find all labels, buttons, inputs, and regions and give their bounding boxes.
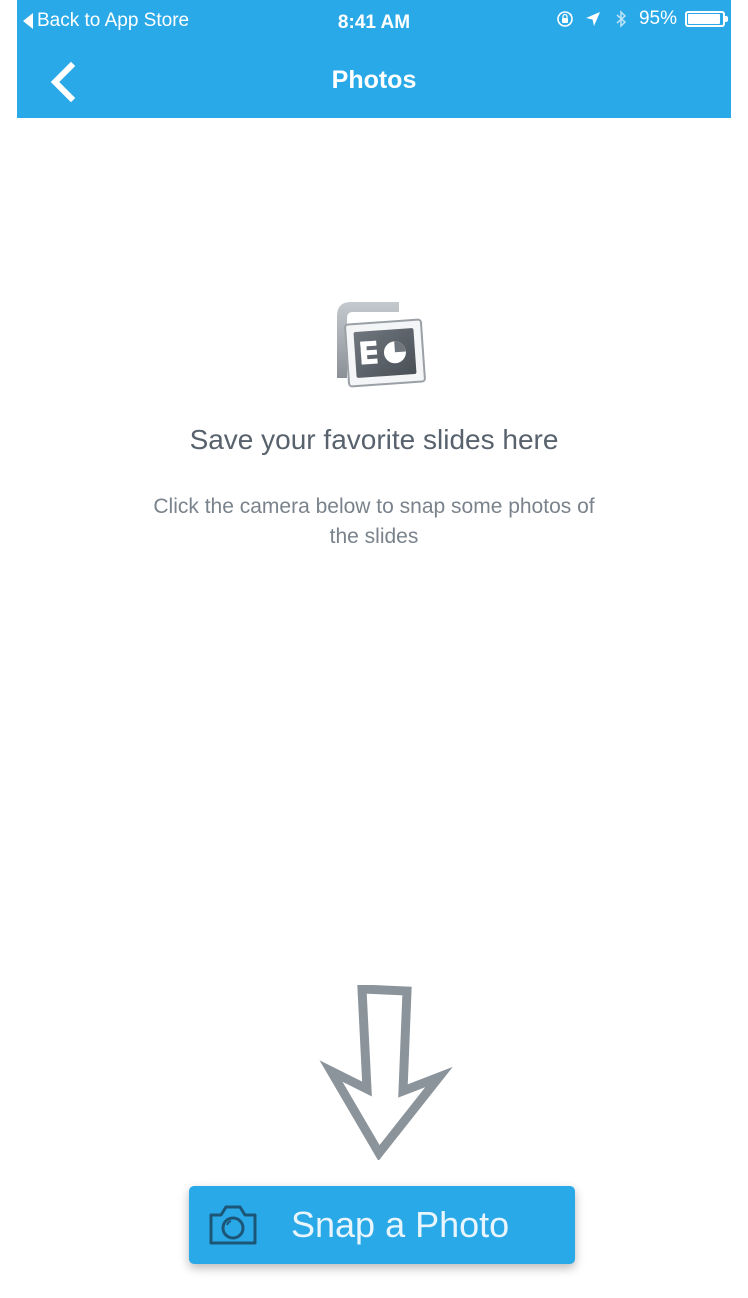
- snap-photo-label: Snap a Photo: [291, 1204, 510, 1245]
- status-indicators: 95%: [555, 8, 728, 30]
- presentation-slides-icon: [337, 302, 426, 388]
- battery-icon: [685, 11, 728, 27]
- camera-icon: [209, 1205, 257, 1245]
- app-screen: Back to App Store 8:41 AM 95% Photos Sav…: [17, 0, 731, 1298]
- status-bar: Back to App Store 8:41 AM 95%: [17, 0, 731, 44]
- location-arrow-icon: [585, 12, 600, 26]
- page-title: Photos: [331, 66, 417, 94]
- battery-level: [688, 14, 721, 24]
- bluetooth-icon: [616, 10, 627, 28]
- rotation-lock-icon: [557, 11, 573, 27]
- snap-photo-button[interactable]: Snap a Photo: [189, 1186, 575, 1264]
- down-arrow-icon: [319, 985, 453, 1160]
- navigation-bar: Photos: [17, 44, 731, 118]
- empty-state-title: Save your favorite slides here: [189, 424, 559, 455]
- empty-state-subtitle: Click the camera below to snap some phot…: [153, 495, 595, 548]
- battery-percentage: 95%: [638, 8, 677, 29]
- header: Back to App Store 8:41 AM 95% Photos: [17, 0, 731, 118]
